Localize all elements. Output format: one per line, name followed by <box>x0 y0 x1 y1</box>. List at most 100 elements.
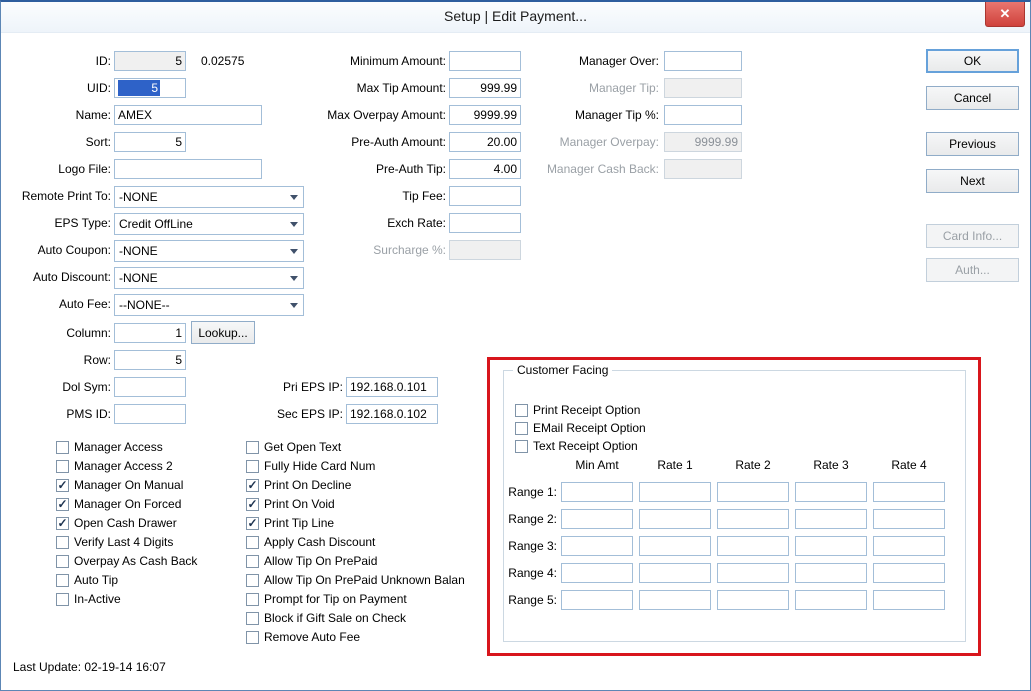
range-4-min-amt-field[interactable] <box>561 563 633 583</box>
dol-sym-field[interactable] <box>114 377 186 397</box>
next-button[interactable]: Next <box>926 169 1019 193</box>
checkbox-box: ✓ <box>56 477 69 492</box>
checkbox-print-on-decline[interactable]: ✓ Print On Decline <box>246 477 351 493</box>
customer-facing-title: Customer Facing <box>513 363 613 377</box>
range-1-min-amt-field[interactable] <box>561 482 633 502</box>
checkbox-overpay-as-cash-back[interactable]: Overpay As Cash Back <box>56 553 197 569</box>
pri-eps-ip-field[interactable]: 192.168.0.101 <box>346 377 438 397</box>
checkbox-manager-access[interactable]: Manager Access <box>56 439 163 455</box>
eps-type-select[interactable]: Credit OffLine <box>114 213 304 235</box>
remote-print-to-label: Remote Print To: <box>21 189 111 203</box>
sec-eps-ip-field[interactable]: 192.168.0.102 <box>346 404 438 424</box>
checkbox-allow-tip-on-prepaid-unknown-balance[interactable]: Allow Tip On PrePaid Unknown Balan <box>246 572 465 588</box>
max-tip-amount-field[interactable]: 999.99 <box>449 78 521 98</box>
checkbox-label: Manager On Forced <box>74 497 182 511</box>
max-overpay-amount-field[interactable]: 9999.99 <box>449 105 521 125</box>
checkbox-label: Prompt for Tip on Payment <box>264 592 407 606</box>
edit-payment-dialog: Setup | Edit Payment... ✕ ID: 5 0.02575 … <box>0 0 1031 691</box>
logo-file-field[interactable] <box>114 159 262 179</box>
range-5-rate-1-field[interactable] <box>639 590 711 610</box>
checkbox-remove-auto-fee[interactable]: Remove Auto Fee <box>246 629 360 645</box>
checkbox-in-active[interactable]: In-Active <box>56 591 121 607</box>
sort-field[interactable]: 5 <box>114 132 186 152</box>
checkbox-print-tip-line[interactable]: ✓ Print Tip Line <box>246 515 334 531</box>
checkbox-fully-hide-card-num[interactable]: Fully Hide Card Num <box>246 458 375 474</box>
cancel-button[interactable]: Cancel <box>926 86 1019 110</box>
tip-fee-field[interactable] <box>449 186 521 206</box>
auto-discount-select[interactable]: -NONE <box>114 267 304 289</box>
card-info-button: Card Info... <box>926 224 1019 248</box>
checkbox-get-open-text[interactable]: Get Open Text <box>246 439 341 455</box>
range-2-rate-1-field[interactable] <box>639 509 711 529</box>
checkbox-box <box>56 535 69 549</box>
range-5-min-amt-field[interactable] <box>561 590 633 610</box>
remote-print-to-select[interactable]: -NONE <box>114 186 304 208</box>
checkbox-box <box>56 440 69 454</box>
manager-over-field[interactable] <box>664 51 742 71</box>
pre-auth-amount-field[interactable]: 20.00 <box>449 132 521 152</box>
checkbox-email-receipt-option[interactable]: EMail Receipt Option <box>515 420 646 436</box>
range-1-rate-3-field[interactable] <box>795 482 867 502</box>
dropdown-arrow-icon <box>290 222 298 227</box>
checkbox-label: Auto Tip <box>74 573 119 587</box>
checkbox-apply-cash-discount[interactable]: Apply Cash Discount <box>246 534 375 550</box>
range-2-rate-4-field[interactable] <box>873 509 945 529</box>
range-2-min-amt-field[interactable] <box>561 509 633 529</box>
close-button[interactable]: ✕ <box>985 2 1025 27</box>
range-3-rate-4-field[interactable] <box>873 536 945 556</box>
checkbox-prompt-for-tip-on-payment[interactable]: Prompt for Tip on Payment <box>246 591 407 607</box>
checkbox-auto-tip[interactable]: Auto Tip <box>56 572 118 588</box>
range-4-rate-3-field[interactable] <box>795 563 867 583</box>
range-4-rate-1-field[interactable] <box>639 563 711 583</box>
range-3-rate-3-field[interactable] <box>795 536 867 556</box>
checkbox-print-on-void[interactable]: ✓ Print On Void <box>246 496 335 512</box>
range-5-rate-4-field[interactable] <box>873 590 945 610</box>
checkbox-label: Fully Hide Card Num <box>264 459 376 473</box>
checkbox-manager-access-2[interactable]: Manager Access 2 <box>56 458 173 474</box>
range-1-rate-2-field[interactable] <box>717 482 789 502</box>
ok-button[interactable]: OK <box>926 49 1019 73</box>
checkbox-text-receipt-option[interactable]: Text Receipt Option <box>515 438 638 454</box>
checkbox-box <box>56 459 69 473</box>
checkbox-open-cash-drawer[interactable]: ✓ Open Cash Drawer <box>56 515 177 531</box>
range-2-rate-3-field[interactable] <box>795 509 867 529</box>
previous-button[interactable]: Previous <box>926 132 1019 156</box>
pms-id-field[interactable] <box>114 404 186 424</box>
range-3-min-amt-field[interactable] <box>561 536 633 556</box>
range-4-rate-4-field[interactable] <box>873 563 945 583</box>
checkbox-manager-on-forced[interactable]: ✓ Manager On Forced <box>56 496 181 512</box>
auto-fee-value: --NONE-- <box>119 298 170 312</box>
row-field[interactable]: 5 <box>114 350 186 370</box>
checkbox-box <box>56 592 69 606</box>
range-4-rate-2-field[interactable] <box>717 563 789 583</box>
checkbox-label: EMail Receipt Option <box>533 421 646 435</box>
uid-field[interactable]: 5 <box>114 78 186 98</box>
range-3-rate-1-field[interactable] <box>639 536 711 556</box>
range-5-rate-3-field[interactable] <box>795 590 867 610</box>
range-1-label: Range 1: <box>508 485 557 499</box>
name-field[interactable]: AMEX <box>114 105 262 125</box>
checkbox-verify-last-4-digits[interactable]: Verify Last 4 Digits <box>56 534 173 550</box>
exch-rate-field[interactable] <box>449 213 521 233</box>
minimum-amount-field[interactable] <box>449 51 521 71</box>
column-field[interactable]: 1 <box>114 323 186 343</box>
range-1-rate-1-field[interactable] <box>639 482 711 502</box>
id-field[interactable]: 5 <box>114 51 186 71</box>
range-1-rate-4-field[interactable] <box>873 482 945 502</box>
manager-overpay-field: 9999.99 <box>664 132 742 152</box>
checkbox-manager-on-manual[interactable]: ✓ Manager On Manual <box>56 477 183 493</box>
range-2-rate-2-field[interactable] <box>717 509 789 529</box>
pre-auth-tip-field[interactable]: 4.00 <box>449 159 521 179</box>
manager-cash-back-field <box>664 159 742 179</box>
auto-fee-select[interactable]: --NONE-- <box>114 294 304 316</box>
range-5-rate-2-field[interactable] <box>717 590 789 610</box>
range-3-rate-2-field[interactable] <box>717 536 789 556</box>
manager-tip-pct-field[interactable] <box>664 105 742 125</box>
lookup-button[interactable]: Lookup... <box>191 321 255 344</box>
auto-coupon-value: -NONE <box>119 244 158 258</box>
close-icon: ✕ <box>999 6 1011 21</box>
checkbox-allow-tip-on-prepaid[interactable]: Allow Tip On PrePaid <box>246 553 377 569</box>
checkbox-print-receipt-option[interactable]: Print Receipt Option <box>515 402 640 418</box>
auto-coupon-select[interactable]: -NONE <box>114 240 304 262</box>
checkbox-block-if-gift-sale-on-check[interactable]: Block if Gift Sale on Check <box>246 610 406 626</box>
